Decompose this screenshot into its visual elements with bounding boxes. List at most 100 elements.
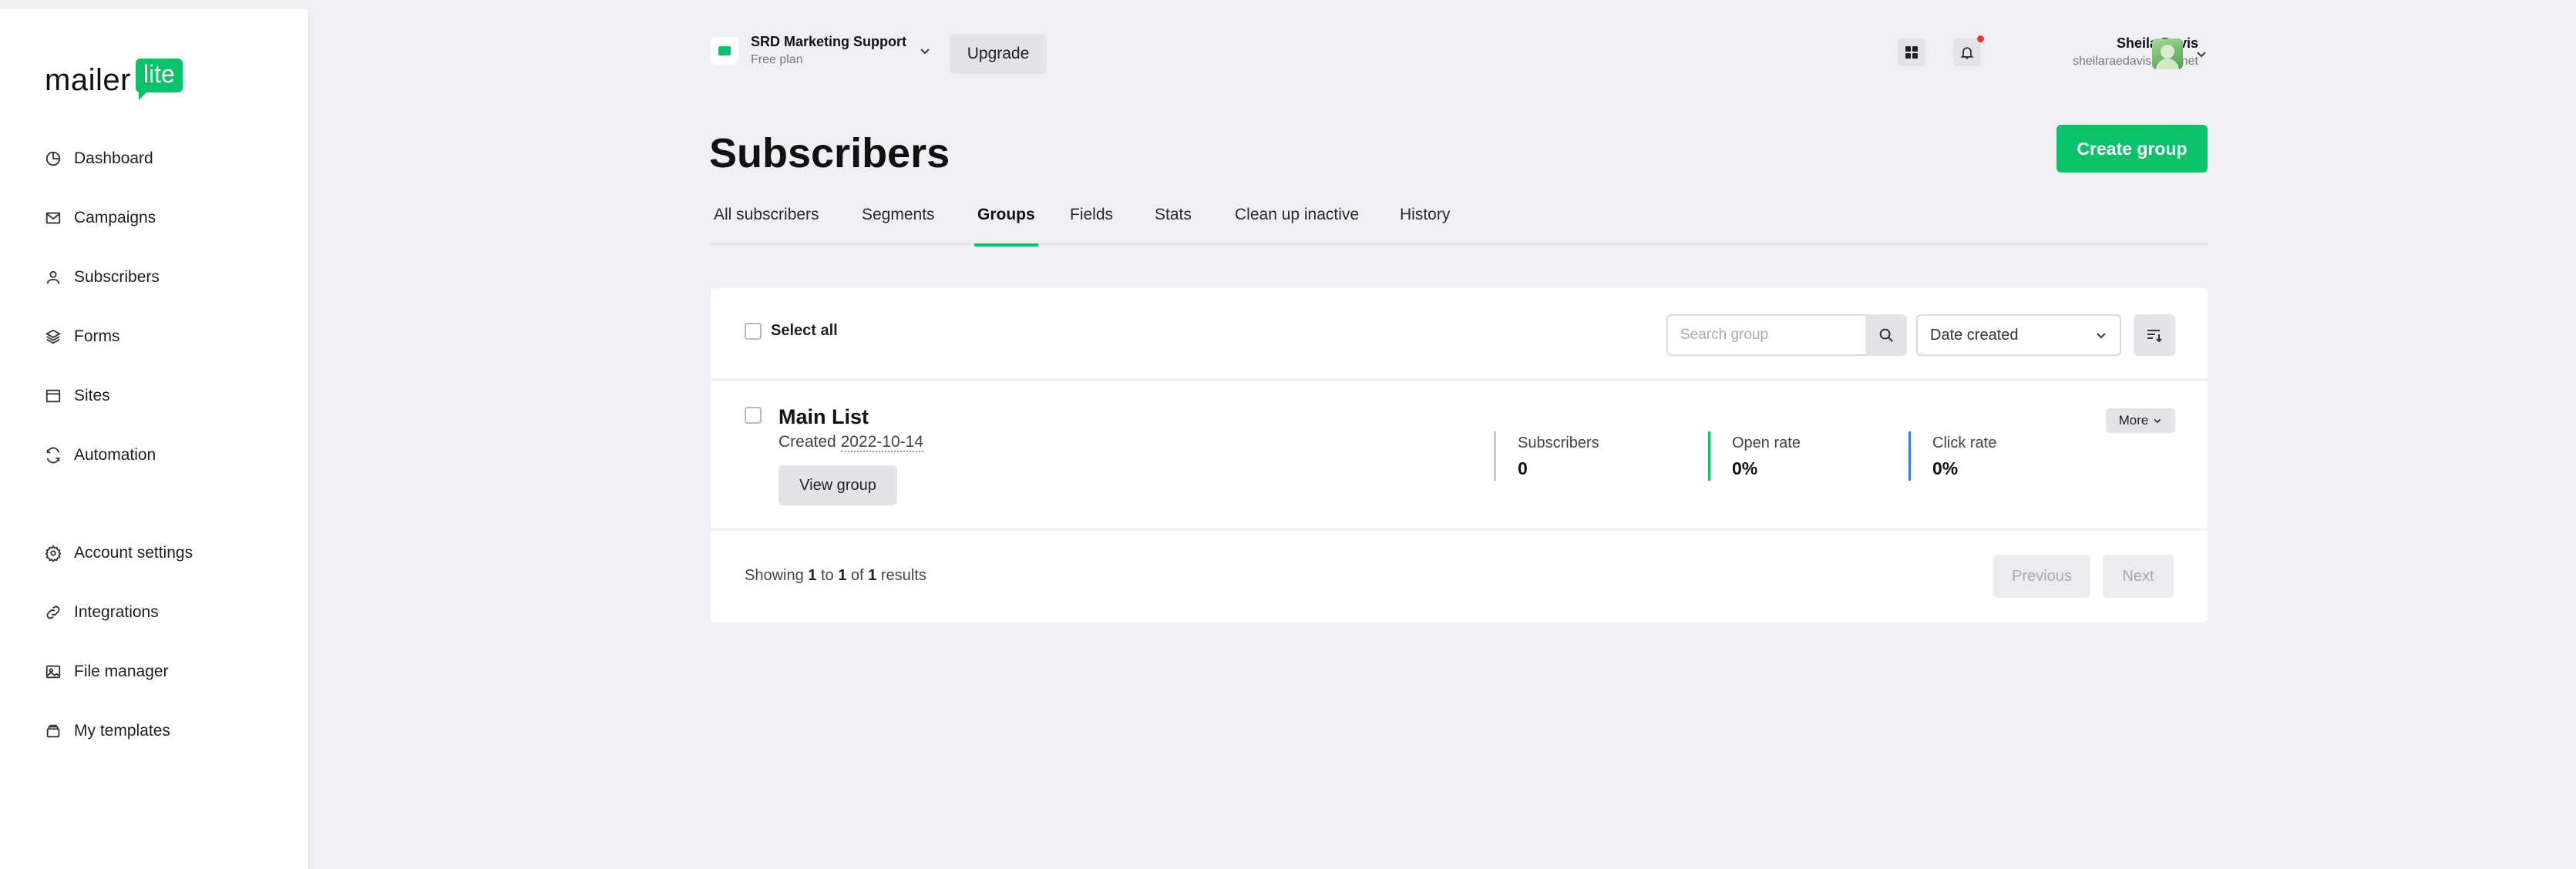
grid-icon xyxy=(1905,46,1918,59)
results-text: results xyxy=(880,567,926,584)
sidebar-item-integrations[interactable]: Integrations xyxy=(45,603,159,622)
group-name[interactable]: Main List xyxy=(779,405,869,429)
tab-fields[interactable]: Fields xyxy=(1070,203,1113,245)
pagination: Showing 1 to 1 of 1 results Previous Nex… xyxy=(711,532,2208,622)
search-icon xyxy=(1879,328,1893,342)
groups-toolbar: Select all Date created xyxy=(711,288,2208,381)
sidebar-item-campaigns[interactable]: Campaigns xyxy=(45,209,156,227)
search-input[interactable] xyxy=(1666,314,1865,356)
avatar[interactable] xyxy=(2152,39,2183,69)
sidebar-item-automation[interactable]: Automation xyxy=(45,446,156,465)
sidebar: mailer lite Dashboard Campaigns Subscrib… xyxy=(0,9,310,869)
created-date: 2022-10-14 xyxy=(840,433,923,452)
select-all-checkbox[interactable] xyxy=(745,322,762,340)
select-all-label: Select all xyxy=(771,322,838,339)
flag-icon xyxy=(711,36,738,65)
tab-all-subscribers[interactable]: All subscribers xyxy=(714,203,819,245)
gear-icon xyxy=(45,545,62,562)
showing-text: Showing xyxy=(745,567,804,584)
tab-history[interactable]: History xyxy=(1400,203,1450,245)
sidebar-item-sites[interactable]: Sites xyxy=(45,387,110,405)
mail-icon xyxy=(45,212,61,224)
sidebar-item-account-settings[interactable]: Account settings xyxy=(45,544,193,562)
more-label: More xyxy=(2118,413,2149,428)
upgrade-button[interactable]: Upgrade xyxy=(950,34,1047,74)
sidebar-item-label: Campaigns xyxy=(74,209,156,226)
image-icon xyxy=(45,665,61,679)
create-group-button[interactable]: Create group xyxy=(2056,125,2208,173)
sort-order-button[interactable] xyxy=(2134,314,2175,356)
groups-card: Select all Date created Main List Create… xyxy=(711,288,2208,622)
sidebar-item-my-templates[interactable]: My templates xyxy=(45,722,170,740)
notification-dot xyxy=(1977,35,1984,42)
created-prefix: Created xyxy=(779,433,836,451)
stat-subscribers: Subscribers 0 xyxy=(1494,431,1599,481)
tab-bar: All subscribers Segments Groups Fields S… xyxy=(709,203,2208,247)
sidebar-item-label: Automation xyxy=(74,446,156,464)
sidebar-item-label: Forms xyxy=(74,327,120,345)
chevron-down-icon xyxy=(920,48,930,55)
sidebar-item-dashboard[interactable]: Dashboard xyxy=(45,149,153,168)
account-plan: Free plan xyxy=(751,53,803,66)
search-button[interactable] xyxy=(1865,314,1907,356)
stat-open-rate: Open rate 0% xyxy=(1708,431,1801,481)
top-strip xyxy=(0,0,2576,9)
bell-icon xyxy=(1960,47,1974,59)
stat-label: Subscribers xyxy=(1518,434,1599,451)
results-to: 1 xyxy=(838,567,847,584)
to-text: to xyxy=(820,567,834,584)
user-icon xyxy=(46,270,60,284)
sort-select[interactable]: Date created xyxy=(1916,314,2121,356)
results-from: 1 xyxy=(808,567,817,584)
view-group-button[interactable]: View group xyxy=(779,465,897,505)
tab-stats[interactable]: Stats xyxy=(1155,203,1192,245)
previous-button[interactable]: Previous xyxy=(1993,555,2090,598)
sort-select-value: Date created xyxy=(1930,326,2019,344)
sidebar-item-label: Subscribers xyxy=(74,268,160,286)
chevron-down-icon xyxy=(2154,418,2161,424)
chevron-down-icon[interactable] xyxy=(2195,48,2208,60)
sidebar-item-label: Integrations xyxy=(74,603,159,621)
sidebar-item-label: My templates xyxy=(74,722,170,740)
logo-text: mailer xyxy=(45,63,131,97)
group-created: Created 2022-10-14 xyxy=(779,433,923,452)
chevron-down-icon xyxy=(2097,333,2106,339)
page-title: Subscribers xyxy=(709,130,950,176)
results-summary: Showing 1 to 1 of 1 results xyxy=(745,567,926,585)
group-row: Main List Created 2022-10-14 View group … xyxy=(711,381,2208,530)
next-button[interactable]: Next xyxy=(2103,555,2174,598)
stat-value: 0% xyxy=(1732,458,1758,478)
logo-badge: lite xyxy=(135,59,183,100)
sidebar-item-forms[interactable]: Forms xyxy=(45,327,120,346)
apps-button[interactable] xyxy=(1898,39,1925,66)
stat-label: Click rate xyxy=(1932,434,1997,451)
mailerlite-logo[interactable]: mailer lite xyxy=(45,59,183,100)
dashboard-icon xyxy=(45,151,61,166)
group-checkbox[interactable] xyxy=(745,407,762,424)
sidebar-item-file-manager[interactable]: File manager xyxy=(45,663,169,681)
layers-icon xyxy=(45,329,62,344)
sidebar-item-label: Sites xyxy=(74,387,110,404)
link-icon xyxy=(46,606,60,619)
of-text: of xyxy=(850,567,864,584)
sidebar-item-label: Account settings xyxy=(74,544,193,562)
refresh-icon xyxy=(46,447,60,464)
results-total: 1 xyxy=(868,567,877,584)
more-button[interactable]: More xyxy=(2106,408,2175,433)
tab-segments[interactable]: Segments xyxy=(862,203,935,245)
stat-click-rate: Click rate 0% xyxy=(1908,431,1996,481)
select-all[interactable]: Select all xyxy=(745,322,838,340)
sidebar-item-label: File manager xyxy=(74,663,169,680)
browser-icon xyxy=(45,389,61,403)
sort-lines-icon xyxy=(2147,330,2162,343)
account-switcher[interactable]: SRD Marketing Support Free plan xyxy=(711,34,931,67)
stat-value: 0 xyxy=(1518,458,1528,478)
sidebar-item-subscribers[interactable]: Subscribers xyxy=(45,268,160,287)
sidebar-item-label: Dashboard xyxy=(74,149,153,167)
template-icon xyxy=(46,724,60,738)
tab-groups[interactable]: Groups xyxy=(974,203,1038,247)
notifications-button[interactable] xyxy=(1953,35,1984,66)
stat-label: Open rate xyxy=(1732,434,1801,451)
tab-clean-up-inactive[interactable]: Clean up inactive xyxy=(1235,203,1359,245)
account-name: SRD Marketing Support xyxy=(751,34,907,49)
